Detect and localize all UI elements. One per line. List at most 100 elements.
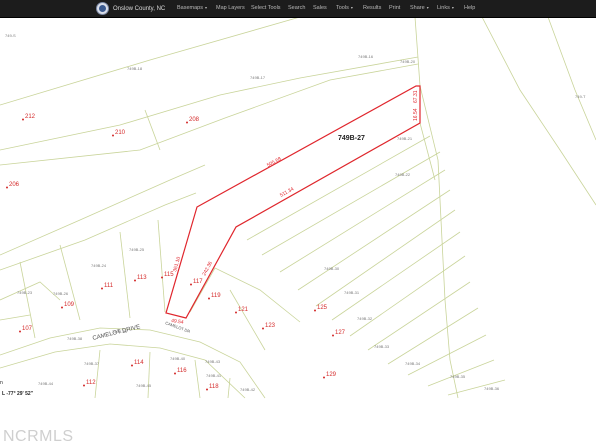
menu-map-layers[interactable]: Map Layers [216,5,245,11]
parcel-boundary-line [229,289,266,351]
parcel-boundary-line [0,164,206,256]
menu-links[interactable]: Links ▾ [437,5,454,11]
address-label[interactable]: 129 [323,372,337,379]
address-label[interactable]: 116 [174,368,187,375]
parcel-boundary-line [157,219,166,313]
selected-parcel-label: 749B-27 [338,135,365,142]
parcel-id-label: 749B-30 [324,266,340,271]
menu-print[interactable]: Print [389,5,400,11]
address-point-icon [22,118,24,121]
address-number: 127 [335,330,346,336]
address-label[interactable]: 125 [314,305,328,312]
parcel-id-label: 749B-45 [136,383,152,388]
menu-sales[interactable]: Sales [313,5,327,11]
address-point-icon [112,134,114,137]
parcel-id-label: 749B-43 [205,359,221,364]
menu-results[interactable]: Results [363,5,381,11]
address-number: 208 [189,117,200,123]
menu-print-label: Print [389,5,401,11]
address-number: 210 [115,130,126,136]
menu-search[interactable]: Search [288,5,305,11]
parcel-boundary-line [414,17,421,87]
brand[interactable]: Onslow County, NC [96,2,165,15]
menu-share-label: Share [410,5,425,11]
address-label[interactable]: 114 [131,360,144,367]
parcel-boundary-line [331,231,461,321]
address-point-icon [190,283,192,286]
address-point-icon [161,276,163,279]
parcel-id-label: 749-S [5,33,16,38]
parcel-id-label: 749B-44 [38,381,54,386]
address-number: 107 [22,326,33,332]
parcel-boundary-line [0,192,197,271]
address-point-icon [262,327,264,330]
parcel-id-label: 749B-22 [395,172,411,177]
address-label[interactable]: 113 [134,275,147,282]
address-label[interactable]: 212 [22,114,36,121]
address-number: 121 [238,307,249,313]
parcel-id-label: 749B-18 [127,66,143,71]
address-label[interactable]: 121 [235,307,249,314]
parcel-id-label: 749B-17 [250,75,266,80]
parcel-dimension: 67.31 [413,90,419,103]
county-seal-logo [96,2,109,15]
parcel-boundary-line [261,151,441,256]
menu-select-tools[interactable]: Select Tools [251,5,281,11]
address-number: 123 [265,323,276,329]
menu-sales-label: Sales [313,5,327,11]
address-label[interactable]: 109 [61,302,75,309]
parcel-boundary-line [59,244,81,321]
address-label[interactable]: 119 [208,293,221,300]
parcel-boundaries [0,17,596,399]
parcel-boundary-line [0,314,31,321]
menu-basemaps[interactable]: Basemaps ▾ [177,5,207,11]
parcel-id-label: 749B-37 [84,361,100,366]
address-label[interactable]: 123 [262,323,276,330]
parcel-boundary-line [227,377,231,399]
parcel-id-label: 749B-40 [170,356,186,361]
parcel-boundary-line [119,231,131,319]
address-number: 118 [209,384,219,390]
parcel-boundary-line [547,17,596,141]
map-blank-area [518,398,596,446]
parcel-boundary-line [144,109,161,151]
parcel-dimension: 242.36 [201,260,214,277]
address-label[interactable]: 115 [161,272,174,279]
parcel-id-label: 749B-21 [397,136,413,141]
parcel-id-label: 749B-42 [240,387,256,392]
address-label[interactable]: 208 [186,117,200,124]
parcel-id-label: 749B-41 [206,373,222,378]
menu-share[interactable]: Share ▾ [410,5,429,11]
parcel-map[interactable]: 749B-27 505.68 511.34 361.10 242.36 49.5… [0,17,596,446]
address-number: 117 [193,279,203,285]
address-label[interactable]: 206 [6,182,20,189]
address-point-icon [186,121,188,124]
parcel-id-label: 749-T [575,94,586,99]
menu-tools[interactable]: Tools ▾ [336,5,353,11]
address-label[interactable]: 127 [332,330,346,337]
coordinate-readout: L -77° 29' 52" [0,391,36,397]
address-label[interactable]: 107 [19,326,33,333]
top-navbar: Onslow County, NC Basemaps ▾ Map Layers S… [0,0,596,18]
selected-parcel-outline[interactable] [165,85,421,319]
address-label[interactable]: 118 [206,384,219,391]
parcel-boundary-line [427,359,495,387]
parcel-boundary-line [94,349,101,399]
address-number: 206 [9,182,20,188]
menu-select-tools-label: Select Tools [251,5,281,11]
address-point-icon [131,364,133,367]
menu-results-label: Results [363,5,382,11]
parcel-id-label: 749B-38 [67,336,83,341]
parcel-id-label: 749B-26 [53,291,69,296]
address-label[interactable]: 117 [190,279,203,286]
address-label[interactable]: 112 [83,380,96,387]
address-label[interactable]: 210 [112,130,126,137]
address-label[interactable]: 111 [101,283,114,290]
address-number: 111 [104,283,114,289]
parcel-boundary-line [0,17,301,106]
street-label: CAMELOT DRIVE [92,324,141,342]
chevron-down-icon: ▾ [426,5,429,10]
address-number: 125 [317,305,328,311]
parcel-id-label: 749B-31 [344,290,360,295]
menu-help[interactable]: Help [464,5,475,11]
